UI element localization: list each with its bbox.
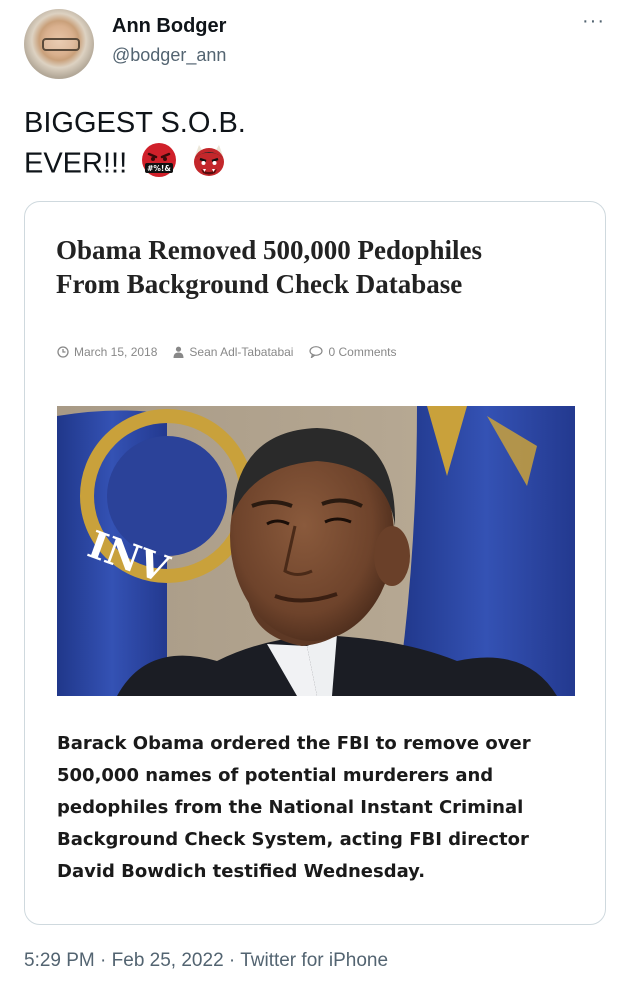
- tweet-source[interactable]: Twitter for iPhone: [240, 950, 388, 971]
- timestamp-separator: ·: [228, 950, 236, 971]
- article-date-text: March 15, 2018: [74, 345, 158, 359]
- avatar[interactable]: [24, 9, 94, 79]
- article-photo: INV: [57, 406, 575, 696]
- article-headline-line-2: From Background Check Database: [56, 269, 463, 299]
- article-headline-line-1: Obama Removed 500,000 Pedophiles: [56, 235, 483, 265]
- article-date: March 15, 2018: [57, 345, 157, 359]
- tweet-line-2-text: EVER!!!: [24, 147, 128, 180]
- excerpt-line: David Bowdich testified Wednesday.: [57, 861, 426, 882]
- excerpt-line: Barack Obama ordered the FBI to remove o…: [57, 733, 531, 754]
- timestamp-separator: ·: [100, 950, 107, 971]
- article-author: Sean Adl-Tabatabai: [173, 345, 293, 359]
- author-name[interactable]: Ann Bodger: [112, 15, 226, 38]
- link-card[interactable]: Obama Removed 500,000 Pedophiles From Ba…: [24, 201, 606, 925]
- author-handle[interactable]: @bodger_ann: [112, 45, 226, 66]
- clock-icon: [57, 346, 69, 358]
- ogre-face-icon: [191, 142, 227, 188]
- angry-swearing-face-icon: #%!&: [141, 142, 177, 188]
- article-meta: March 15, 2018 Sean Adl-Tabatabai 0 Comm…: [57, 345, 397, 359]
- swear-symbols: #%!&: [147, 164, 171, 173]
- tweet-text: BIGGEST S.O.B. EVER!!! #%!&: [24, 104, 246, 188]
- comment-icon: [309, 346, 324, 358]
- avatar-glasses: [42, 38, 80, 51]
- article-comments: 0 Comments: [309, 345, 397, 359]
- tweet-date[interactable]: Feb 25, 2022: [112, 950, 224, 971]
- more-options-icon[interactable]: ···: [582, 10, 605, 33]
- article-comments-text: 0 Comments: [328, 345, 397, 359]
- tweet-time[interactable]: 5:29 PM: [24, 950, 95, 971]
- excerpt-line: Background Check System, acting FBI dire…: [57, 829, 529, 850]
- tweet-line-2: EVER!!! #%!&: [24, 142, 246, 188]
- article-author-text: Sean Adl-Tabatabai: [189, 345, 294, 359]
- article-headline[interactable]: Obama Removed 500,000 Pedophiles From Ba…: [56, 233, 576, 301]
- excerpt-line: 500,000 names of potential murderers and: [57, 765, 494, 786]
- tweet-timestamp: 5:29 PM · Feb 25, 2022 · Twitter for iPh…: [24, 950, 388, 972]
- tweet-line-1: BIGGEST S.O.B.: [24, 107, 246, 139]
- article-excerpt: Barack Obama ordered the FBI to remove o…: [57, 728, 557, 888]
- excerpt-line: pedophiles from the National Instant Cri…: [57, 797, 524, 818]
- user-icon: [173, 346, 184, 358]
